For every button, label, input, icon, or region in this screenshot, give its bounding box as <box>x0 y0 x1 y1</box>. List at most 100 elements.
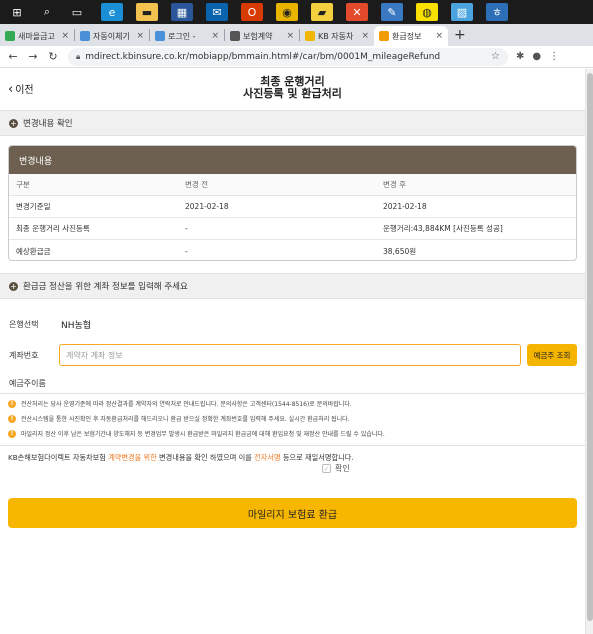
notice-text: 전산처리는 당사 운영기준에 따라 정산결과를 계약자의 연락처로 안내드립니다… <box>21 401 352 408</box>
profile-icon[interactable]: ● <box>532 51 541 62</box>
file-explorer-icon[interactable]: ▬ <box>136 3 158 21</box>
agreement-highlight: 전자서명 <box>254 453 281 462</box>
bank-label: 은행선택 <box>9 320 39 329</box>
close-icon[interactable]: × <box>61 31 69 41</box>
reload-icon[interactable]: ↻ <box>46 50 60 63</box>
browser-toolbar: ← → ↻ 🔒︎ mdirect.kbinsure.co.kr/mobiapp/… <box>0 46 593 68</box>
back-arrow-icon[interactable]: ← <box>6 50 20 63</box>
notes-app-icon[interactable]: ▨ <box>451 3 473 21</box>
favicon-icon <box>5 31 15 41</box>
paint-icon[interactable]: ✎ <box>381 3 403 21</box>
close-icon[interactable]: × <box>361 31 369 41</box>
chrome-icon[interactable]: ◉ <box>276 3 298 21</box>
browser-tab-strip: 새마을금고 × 자동이체기 × 로그인 - × 보험계약 × KB 자동차 × 환급정보 × + <box>0 24 593 46</box>
tab-label: 새마을금고 <box>18 31 55 41</box>
tab-label: 자동이체기 <box>93 31 130 41</box>
account-label: 계좌번호 <box>9 351 39 360</box>
windows-icon[interactable]: ⊞ <box>6 3 28 21</box>
notice-item: ! 전산처리는 당사 운영기준에 따라 정산결과를 계약자의 연락처로 안내드립… <box>8 399 352 408</box>
table-cell: 예상환급금 <box>16 246 51 256</box>
search-icon[interactable]: ⌕ <box>36 3 58 21</box>
notice-text: 마일리지 정산 이후 남은 보험기간내 양도해지 등 변경업무 발생시 환급받은… <box>21 431 385 438</box>
close-icon[interactable]: × <box>136 31 144 41</box>
forward-arrow-icon[interactable]: → <box>26 50 40 63</box>
confirm-checkbox[interactable]: ✓ 확인 <box>322 463 350 474</box>
mileage-refund-button[interactable]: 마일리지 보험료 환급 <box>8 498 577 528</box>
holder-inquiry-button[interactable]: 예금주 조회 <box>527 344 577 366</box>
browser-tab[interactable]: 환급정보 × <box>374 26 448 46</box>
table-row: 최종 운행거리 사진등록 - 운행거리:43,884KM [사진등록 성공] <box>9 218 576 240</box>
notice-item: ! 마일리지 정산 이후 남은 보험기간내 양도해지 등 변경업무 발생시 환급… <box>8 429 385 438</box>
new-tab-button[interactable]: + <box>454 27 466 43</box>
tab-label: 환급정보 <box>392 31 422 41</box>
table-cell: 38,650원 <box>383 246 417 256</box>
x-app-icon[interactable]: ✕ <box>346 3 368 21</box>
kakaotalk-icon[interactable]: ◍ <box>416 3 438 21</box>
plus-circle-icon: + <box>9 118 18 128</box>
warning-icon: ! <box>8 399 16 408</box>
browser-tab[interactable]: 로그인 - × <box>150 26 224 46</box>
browser-tab[interactable]: 새마을금고 × <box>0 26 74 46</box>
page-scrollbar[interactable] <box>585 69 593 634</box>
account-number-input[interactable]: 계약자 계좌 정보 <box>59 344 521 366</box>
table-cell: 변경기준일 <box>16 202 51 211</box>
table-row: 예상환급금 - 38,650원 <box>9 240 576 260</box>
close-icon[interactable]: × <box>435 31 443 41</box>
mail-icon[interactable]: ✉ <box>206 3 228 21</box>
section-change-confirm[interactable]: + 변경내용 확인 <box>0 110 585 136</box>
section-label: 변경내용 확인 <box>23 119 73 129</box>
task-view-icon[interactable]: ▭ <box>66 3 88 21</box>
favicon-icon <box>80 31 90 41</box>
browser-tab[interactable]: 자동이체기 × <box>75 26 149 46</box>
section-account-info[interactable]: + 환급금 정산을 위한 계좌 정보를 입력해 주세요 <box>0 273 585 299</box>
page-header: ‹ 이전 최종 운행거리 사진등록 및 환급처리 <box>0 69 585 107</box>
account-placeholder: 계약자 계좌 정보 <box>66 350 123 360</box>
warning-icon: ! <box>8 414 16 423</box>
divider <box>0 393 585 394</box>
agreement-part: 변경내용을 확인 하였으며 이를 <box>156 453 255 462</box>
tab-label: 보험계약 <box>243 31 273 41</box>
table-header-row: 구분 변경 전 변경 후 <box>9 174 576 196</box>
plus-circle-icon: + <box>9 281 18 291</box>
scrollbar-thumb[interactable] <box>587 73 593 621</box>
card-header: 변경내용 <box>9 146 576 174</box>
section-label: 환급금 정산을 위한 계좌 정보를 입력해 주세요 <box>23 282 188 292</box>
agreement-part: KB손해보험다이렉트 자동차보험 <box>8 453 109 462</box>
edge-icon[interactable]: e <box>101 3 123 21</box>
office-icon[interactable]: O <box>241 3 263 21</box>
table-cell: - <box>185 224 188 233</box>
bookmark-star-icon[interactable]: ☆ <box>491 51 500 62</box>
browser-tab[interactable]: KB 자동차 × <box>300 26 374 46</box>
favicon-icon <box>379 31 389 41</box>
check-icon: ✓ <box>322 464 331 473</box>
change-details-card: 변경내용 구분 변경 전 변경 후 변경기준일 2021-02-18 2021-… <box>8 145 577 261</box>
extensions-icon[interactable]: ✱ <box>516 51 524 62</box>
bank-select[interactable]: NH농협 <box>61 318 91 331</box>
windows-taskbar: ⊞ ⌕ ▭ e ▬ ▦ ✉ O ◉ ▰ ✕ ✎ ◍ ▨ ㅎ <box>0 0 593 24</box>
tab-label: 로그인 - <box>168 31 196 41</box>
browser-tab[interactable]: 보험계약 × <box>225 26 299 46</box>
notice-text: 전산시스템을 통한 사진확인 후 자동환급처리를 해드리오니 환급 받으실 정확… <box>21 416 350 423</box>
column-header: 변경 전 <box>185 180 209 189</box>
favicon-icon <box>230 31 240 41</box>
confirm-label: 확인 <box>335 464 350 473</box>
table-cell: 최종 운행거리 사진등록 <box>16 224 90 233</box>
column-header: 구분 <box>16 180 30 189</box>
column-header: 변경 후 <box>383 180 407 189</box>
agreement-part: 등으로 재일서명합니다. <box>280 453 354 462</box>
table-row: 변경기준일 2021-02-18 2021-02-18 <box>9 196 576 218</box>
sticky-notes-icon[interactable]: ▰ <box>311 3 333 21</box>
table-cell: 2021-02-18 <box>185 202 229 211</box>
hancom-icon[interactable]: ㅎ <box>486 3 508 21</box>
table-cell: 2021-02-18 <box>383 202 427 211</box>
table-cell: - <box>185 246 188 256</box>
tab-label: KB 자동차 <box>318 31 354 41</box>
close-icon[interactable]: × <box>286 31 294 41</box>
table-cell: 운행거리:43,884KM [사진등록 성공] <box>383 224 503 233</box>
address-bar[interactable]: 🔒︎ mdirect.kbinsure.co.kr/mobiapp/bmmain… <box>68 47 508 66</box>
store-icon[interactable]: ▦ <box>171 3 193 21</box>
menu-icon[interactable]: ⋮ <box>549 51 559 62</box>
close-icon[interactable]: × <box>211 31 219 41</box>
notice-item: ! 전산시스템을 통한 사진확인 후 자동환급처리를 해드리오니 환급 받으실 … <box>8 414 350 423</box>
divider <box>0 445 585 446</box>
